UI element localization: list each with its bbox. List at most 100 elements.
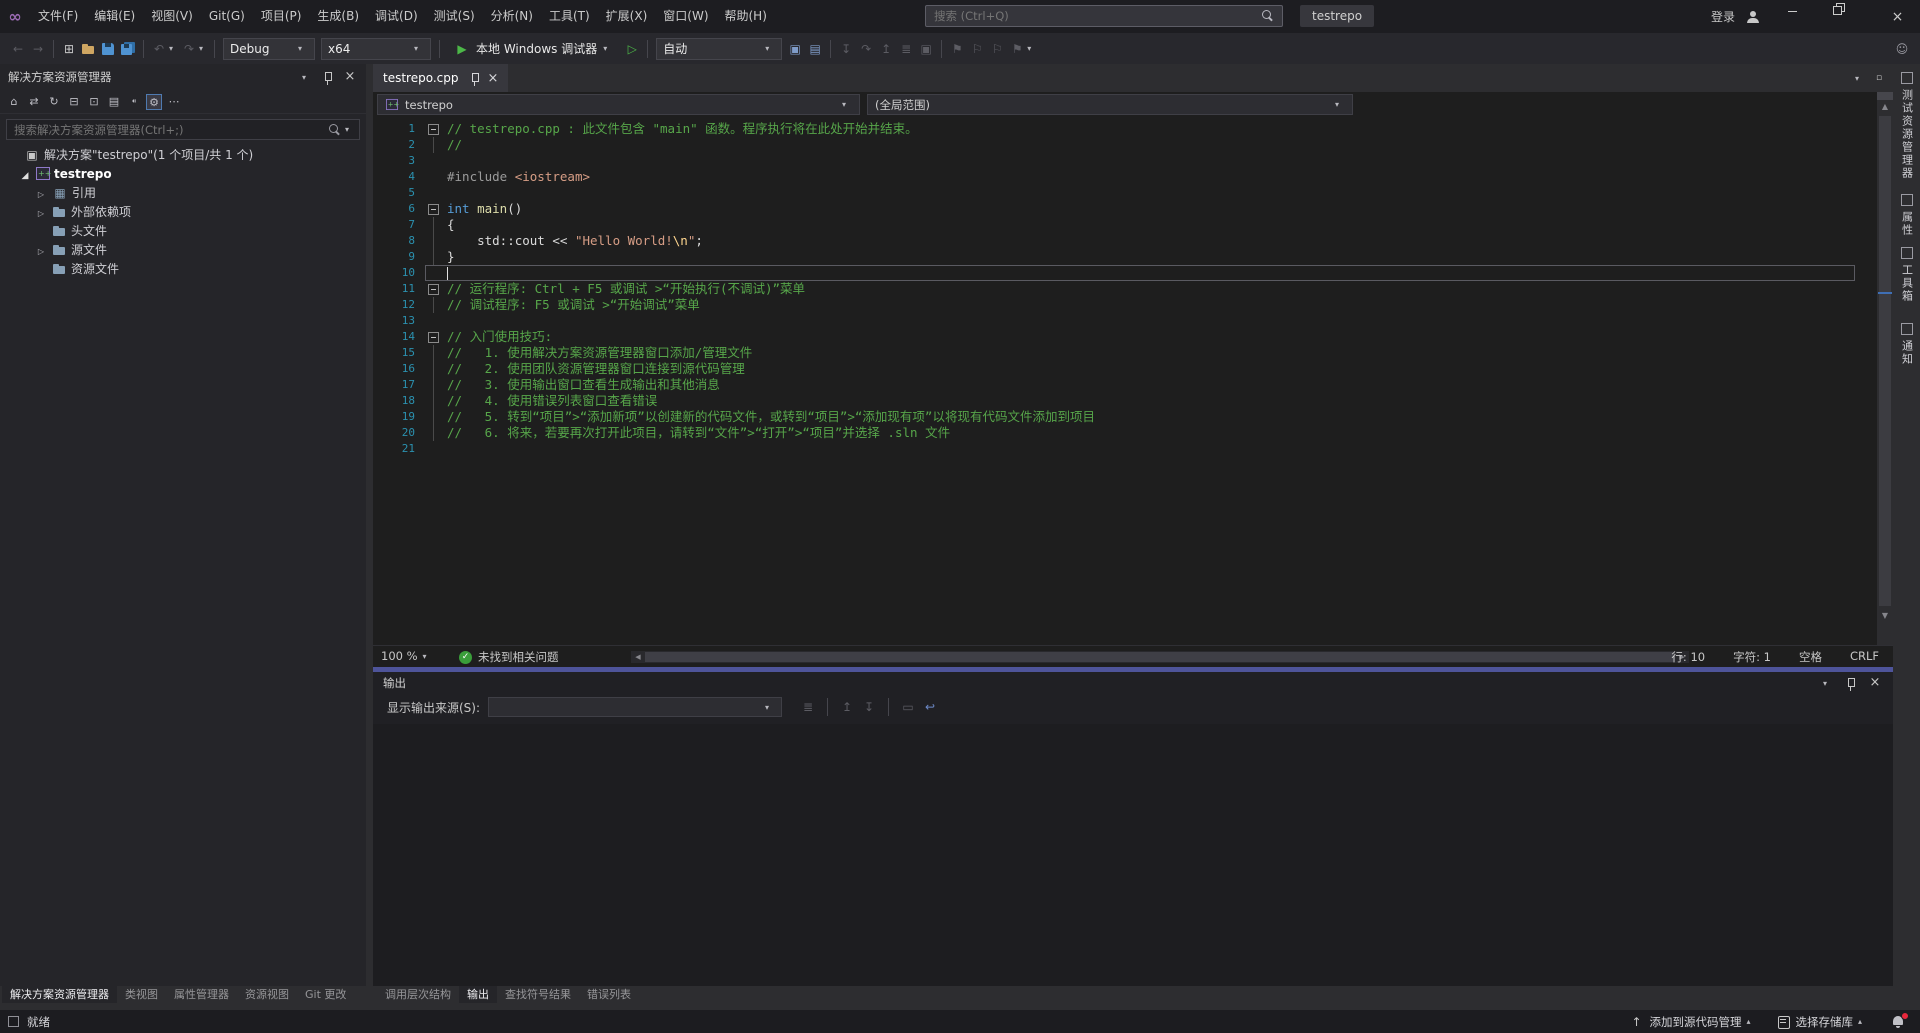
configuration-dropdown[interactable]: Debug xyxy=(223,38,315,60)
breakpoints-window-icon[interactable] xyxy=(898,41,914,57)
toolbar-overflow-icon[interactable] xyxy=(1027,44,1037,53)
chevron-down-icon[interactable] xyxy=(345,125,355,134)
more-options-icon[interactable] xyxy=(166,94,182,110)
code-line-11[interactable]: 11// 运行程序: Ctrl + F5 或调试 >“开始执行(不调试)”菜单 xyxy=(373,281,1855,297)
code-line-16[interactable]: 16// 2. 使用团队资源管理器窗口连接到源代码管理 xyxy=(373,361,1855,377)
scroll-left-icon[interactable] xyxy=(631,651,645,663)
tool-window-tab[interactable]: 输出 xyxy=(459,986,497,1003)
save-icon[interactable] xyxy=(100,41,116,57)
code-line-6[interactable]: 6int main() xyxy=(373,201,1855,217)
code-line-8[interactable]: 8 std::cout << "Hello World!\n"; xyxy=(373,233,1855,249)
tree-node[interactable]: 引用 xyxy=(0,183,366,202)
menu-item[interactable]: 测试(S) xyxy=(426,0,483,33)
tool-window-tab[interactable]: 资源视图 xyxy=(237,986,297,1003)
code-line-20[interactable]: 20// 6. 将来，若要再次打开此项目，请转到“文件”>“打开”>“项目”并选… xyxy=(373,425,1855,441)
code-line-7[interactable]: 7{ xyxy=(373,217,1855,233)
menu-item[interactable]: 扩展(X) xyxy=(598,0,656,33)
tree-node[interactable]: 资源文件 xyxy=(0,259,366,278)
step-out-icon[interactable] xyxy=(878,41,894,57)
menu-item[interactable]: 窗口(W) xyxy=(655,0,716,33)
tree-node-solution[interactable]: 解决方案"testrepo"(1 个项目/共 1 个) xyxy=(0,145,366,164)
code-line-13[interactable]: 13 xyxy=(373,313,1855,329)
autohide-tab[interactable]: 通知 xyxy=(1900,323,1914,366)
start-without-debug-icon[interactable] xyxy=(624,41,640,57)
menu-item[interactable]: 调试(D) xyxy=(367,0,426,33)
fold-collapse-icon[interactable] xyxy=(425,329,445,345)
bell-icon[interactable] xyxy=(1890,1014,1906,1030)
scroll-down-icon[interactable] xyxy=(1877,609,1893,623)
minimize-button[interactable] xyxy=(1785,0,1830,33)
close-icon[interactable] xyxy=(342,69,358,85)
tool-window-tab[interactable]: 类视图 xyxy=(117,986,166,1003)
step-over-icon[interactable] xyxy=(858,41,874,57)
fold-collapse-icon[interactable] xyxy=(425,281,445,297)
redo-icon[interactable] xyxy=(181,41,197,57)
eol-indicator[interactable]: CRLF xyxy=(1850,649,1879,665)
code-editor[interactable]: 1// testrepo.cpp : 此文件包含 "main" 函数。程序执行将… xyxy=(373,117,1855,645)
tool-window-tab[interactable]: 查找符号结果 xyxy=(497,986,579,1003)
fold-collapse-icon[interactable] xyxy=(425,121,445,137)
float-window-icon[interactable] xyxy=(1871,70,1887,86)
collapse-all-icon[interactable] xyxy=(66,94,82,110)
solution-explorer-search[interactable] xyxy=(6,119,360,140)
send-feedback-icon[interactable] xyxy=(1894,41,1910,57)
chevron-down-icon[interactable] xyxy=(1823,679,1833,688)
expanded-arrow-icon[interactable] xyxy=(18,167,32,181)
menu-item[interactable]: 工具(T) xyxy=(541,0,598,33)
code-line-1[interactable]: 1// testrepo.cpp : 此文件包含 "main" 函数。程序执行将… xyxy=(373,121,1855,137)
user-icon[interactable] xyxy=(1745,9,1761,25)
start-debugging-button[interactable]: 本地 Windows 调试器 xyxy=(447,37,620,61)
code-view-icon[interactable] xyxy=(126,94,142,110)
collapsed-arrow-icon[interactable] xyxy=(34,243,48,257)
open-folder-icon[interactable] xyxy=(81,41,96,56)
zoom-dropdown[interactable]: 100 % xyxy=(381,649,433,663)
code-line-9[interactable]: 9} xyxy=(373,249,1855,265)
vertical-scrollbar[interactable] xyxy=(1877,92,1893,645)
restore-button[interactable] xyxy=(1830,0,1875,33)
goto-message-icon[interactable] xyxy=(800,699,816,715)
redo-dropdown-icon[interactable] xyxy=(199,44,209,53)
refresh-icon[interactable] xyxy=(46,94,62,110)
project-scope-dropdown[interactable]: testrepo xyxy=(377,94,860,115)
quick-search-box[interactable] xyxy=(925,5,1283,27)
symbol-scope-dropdown[interactable]: (全局范围) xyxy=(867,94,1353,115)
tree-node[interactable]: 外部依赖项 xyxy=(0,202,366,221)
code-line-3[interactable]: 3 xyxy=(373,153,1855,169)
tab-list-chevron-icon[interactable] xyxy=(1855,74,1865,83)
menu-item[interactable]: 分析(N) xyxy=(483,0,541,33)
split-editor-handle[interactable] xyxy=(1877,92,1893,100)
menu-item[interactable]: 项目(P) xyxy=(253,0,310,33)
undo-icon[interactable] xyxy=(151,41,167,57)
close-button[interactable]: × xyxy=(1875,0,1920,33)
search-icon[interactable] xyxy=(327,122,343,138)
menu-item[interactable]: 文件(F) xyxy=(30,0,86,33)
document-tab[interactable]: testrepo.cpp xyxy=(373,64,508,92)
clear-all-icon[interactable] xyxy=(900,699,916,715)
collapsed-arrow-icon[interactable] xyxy=(34,205,48,219)
collapsed-arrow-icon[interactable] xyxy=(34,186,48,200)
attach-dropdown[interactable]: 自动 xyxy=(656,38,782,60)
code-line-15[interactable]: 15// 1. 使用解决方案资源管理器窗口添加/管理文件 xyxy=(373,345,1855,361)
code-line-5[interactable]: 5 xyxy=(373,185,1855,201)
next-bookmark-icon[interactable] xyxy=(989,41,1005,57)
output-panel-header[interactable]: 输出 xyxy=(373,672,1893,694)
tree-node-project[interactable]: testrepo xyxy=(0,164,366,183)
forward-icon[interactable] xyxy=(30,41,46,57)
fold-collapse-icon[interactable] xyxy=(425,201,445,217)
word-wrap-icon[interactable] xyxy=(922,699,938,715)
tool-window-tab[interactable]: 解决方案资源管理器 xyxy=(2,986,117,1003)
tool-window-tab[interactable]: 属性管理器 xyxy=(166,986,237,1003)
menu-item[interactable]: 视图(V) xyxy=(143,0,201,33)
close-icon[interactable] xyxy=(488,71,499,86)
tree-node[interactable]: 头文件 xyxy=(0,221,366,240)
undo-dropdown-icon[interactable] xyxy=(169,44,179,53)
add-to-source-control-button[interactable]: 添加到源代码管理 xyxy=(1623,1010,1763,1033)
pin-icon[interactable] xyxy=(1843,676,1857,690)
switch-views-icon[interactable] xyxy=(26,94,42,110)
show-all-files-icon[interactable] xyxy=(106,94,122,110)
spaces-indicator[interactable]: 空格 xyxy=(1799,649,1822,665)
autohide-tab[interactable]: 属性 xyxy=(1900,194,1914,237)
output-source-dropdown[interactable] xyxy=(488,697,782,717)
immediate-window-icon[interactable] xyxy=(918,41,934,57)
code-line-4[interactable]: 4#include <iostream> xyxy=(373,169,1855,185)
